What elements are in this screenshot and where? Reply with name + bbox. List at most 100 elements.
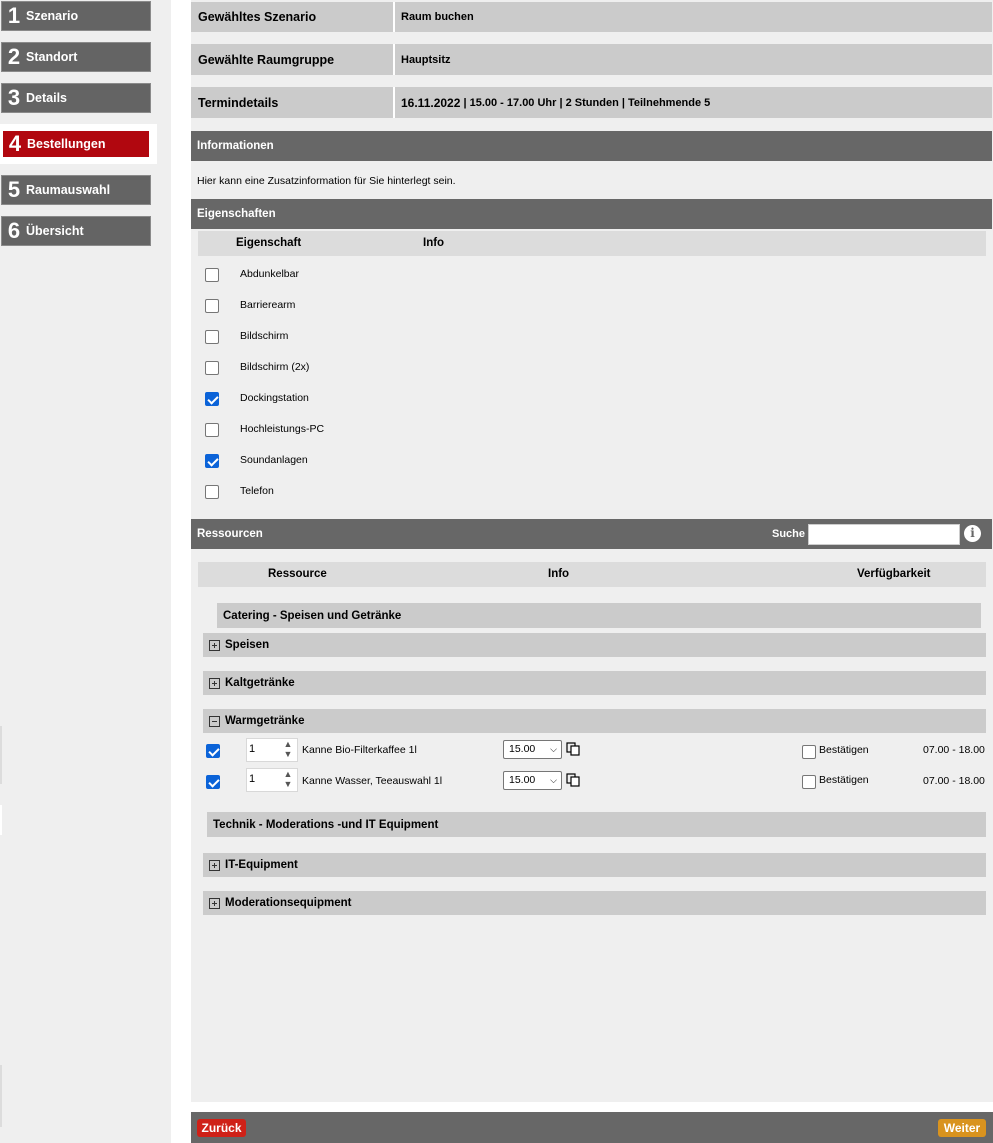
expand-icon[interactable] [209,639,220,651]
edge-divider [0,1065,2,1127]
resource-label: Kanne Wasser, Teeauswahl 1l [302,775,443,787]
category-technik: Technik - Moderations -und IT Equipment [207,812,986,837]
group-label: Speisen [225,639,270,651]
resource-checkbox[interactable] [206,744,220,758]
property-label: Bildschirm [240,330,289,342]
stepper-arrows-icon[interactable]: ▲ ▼ [281,739,295,761]
confirm-checkbox[interactable] [802,745,816,759]
property-checkbox[interactable] [205,485,219,499]
search-label: Suche [771,528,805,540]
property-label: Telefon [240,485,274,497]
copy-icon[interactable] [566,742,580,756]
details-rest: | 15.00 - 17.00 Uhr | 2 Stunden | Teilne… [460,96,711,109]
step-bestellungen[interactable]: 4 Bestellungen [0,126,154,162]
group-label: Warmgetränke [225,715,305,727]
resource-label: Kanne Bio-Filterkaffee 1l [302,744,417,756]
property-checkbox[interactable] [205,299,219,313]
step-navigation: 1 Szenario 2 Standort 3 Details 4 Bestel… [0,0,171,1143]
step-label: Übersicht [26,224,84,238]
quantity-value: 1 [249,773,256,785]
ressourcen-column-header: Ressource Info Verfügbarkeit [198,562,986,587]
group-warmgetraenke[interactable]: Warmgetränke [203,709,986,733]
column-eigenschaft: Eigenschaft [236,237,302,249]
collapse-icon[interactable] [209,715,220,727]
step-number: 3 [7,85,21,110]
informationen-header: Informationen [191,131,992,161]
time-select[interactable]: 15.00 ⌵ [503,771,562,790]
search-input[interactable] [808,524,960,545]
eigenschaften-header: Eigenschaften [191,199,992,229]
step-uebersicht[interactable]: 6 Übersicht [1,216,151,246]
stepper-arrows-icon[interactable]: ▲ ▼ [281,769,295,791]
group-kaltgetraenke[interactable]: Kaltgetränke [203,671,986,695]
group-label: Moderationsequipment [225,897,352,909]
time-select[interactable]: 15.00 ⌵ [503,740,562,759]
group-it-equipment[interactable]: IT-Equipment [203,853,986,877]
column-ressource: Ressource [268,568,327,580]
eigenschaften-column-header: Eigenschaft Info [198,231,986,256]
summary-value: 16.11.2022 | 15.00 - 17.00 Uhr | 2 Stund… [395,87,992,118]
step-number: 6 [7,218,21,243]
step-number: 2 [7,44,21,69]
expand-icon[interactable] [209,859,220,871]
column-info: Info [548,568,570,580]
informationen-text: Hier kann eine Zusatzinformation für Sie… [197,175,456,187]
property-label: Bildschirm (2x) [240,361,310,373]
details-date: 16.11.2022 [401,95,461,110]
resource-checkbox[interactable] [206,775,220,789]
info-icon[interactable]: i [964,525,981,542]
step-raumauswahl[interactable]: 5 Raumauswahl [1,175,151,205]
footer-bar: Zurück Weiter [191,1112,993,1143]
property-checkbox[interactable] [205,361,219,375]
availability: 07.00 - 18.00 [923,775,985,787]
expand-icon[interactable] [209,677,220,689]
chevron-down-icon: ⌵ [550,744,557,754]
step-number: 5 [7,177,21,202]
property-checkbox[interactable] [205,268,219,282]
property-label: Dockingstation [240,392,309,404]
step-details[interactable]: 3 Details [1,83,151,113]
summary-details-row: Termindetails 16.11.2022 | 15.00 - 17.00… [191,87,992,118]
quantity-stepper[interactable]: 1 ▲ ▼ [246,738,298,762]
step-number: 4 [8,131,22,156]
quantity-stepper[interactable]: 1 ▲ ▼ [246,768,298,792]
property-label: Soundanlagen [240,454,308,466]
step-standort[interactable]: 2 Standort [1,42,151,72]
property-label: Hochleistungs-PC [240,423,325,435]
edge-divider [0,726,2,784]
confirm-checkbox[interactable] [802,775,816,789]
group-label: IT-Equipment [225,859,298,871]
summary-key: Gewähltes Szenario [191,2,395,32]
confirm-label: Bestätigen [819,744,869,756]
expand-icon[interactable] [209,897,220,909]
step-label: Standort [26,50,78,64]
property-checkbox[interactable] [205,392,219,406]
ressourcen-title: Ressourcen [197,528,263,540]
back-button[interactable]: Zurück [197,1119,246,1137]
next-button[interactable]: Weiter [938,1119,986,1137]
copy-icon[interactable] [566,773,580,787]
summary-key: Gewählte Raumgruppe [191,44,395,75]
group-moderationsequipment[interactable]: Moderationsequipment [203,891,986,915]
category-catering: Catering - Speisen und Getränke [217,603,981,628]
chevron-down-icon: ⌵ [550,775,557,785]
step-number: 1 [7,3,21,28]
group-speisen[interactable]: Speisen [203,633,986,657]
summary-scenario-row: Gewähltes Szenario Raum buchen [191,2,992,32]
step-label: Details [26,91,67,105]
time-value: 15.00 [509,743,536,755]
column-info: Info [423,237,445,249]
time-value: 15.00 [509,774,536,786]
quantity-value: 1 [249,743,256,755]
column-verfuegbarkeit: Verfügbarkeit [857,568,931,580]
property-checkbox[interactable] [205,330,219,344]
step-label: Szenario [26,9,79,23]
confirm-label: Bestätigen [819,774,869,786]
step-szenario[interactable]: 1 Szenario [1,1,151,31]
property-checkbox[interactable] [205,454,219,468]
availability: 07.00 - 18.00 [923,744,985,756]
summary-value: Hauptsitz [401,53,451,66]
step-label: Bestellungen [27,137,106,151]
summary-key: Termindetails [191,87,395,118]
property-checkbox[interactable] [205,423,219,437]
